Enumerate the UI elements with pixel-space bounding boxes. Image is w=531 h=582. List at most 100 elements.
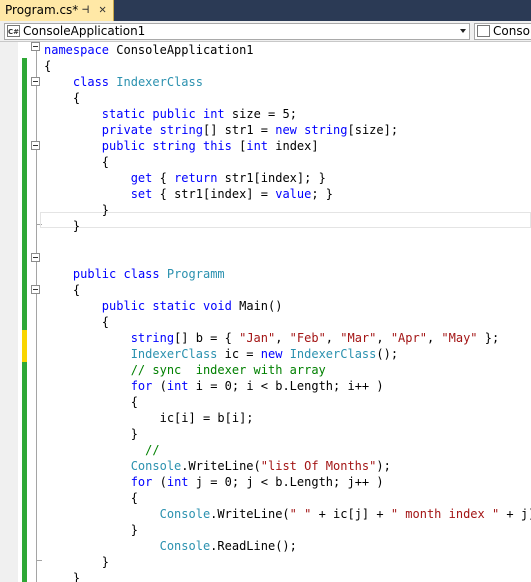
code-token: Main() bbox=[231, 299, 283, 313]
code-token: , bbox=[426, 331, 442, 345]
keyword-token: public bbox=[101, 299, 146, 313]
keyword-token: int bbox=[246, 139, 269, 153]
comment-token: // sync indexer with array bbox=[130, 363, 326, 377]
code-line[interactable]: } bbox=[44, 554, 531, 570]
code-line[interactable]: string[] b = { "Jan", "Feb", "Mar", "Apr… bbox=[44, 330, 531, 346]
code-token: ConsoleApplication1 bbox=[109, 43, 254, 57]
code-token: [] str1 = bbox=[202, 123, 276, 137]
code-line[interactable] bbox=[44, 250, 531, 266]
keyword-token: int bbox=[166, 475, 189, 489]
close-icon[interactable]: ✕ bbox=[99, 2, 106, 16]
keyword-token: namespace bbox=[44, 43, 110, 57]
keyword-token: string bbox=[159, 123, 203, 137]
code-line[interactable]: set { str1[index] = value; } bbox=[44, 186, 531, 202]
keyword-token: static bbox=[152, 299, 196, 313]
change-bar-unsaved bbox=[22, 330, 27, 362]
code-line[interactable]: } bbox=[44, 570, 531, 582]
code-line[interactable]: public string this [int index] bbox=[44, 138, 531, 154]
keyword-token: void bbox=[202, 299, 232, 313]
code-token: j = 0; j < b.Length; j++ ) bbox=[188, 475, 384, 489]
code-line[interactable]: { bbox=[44, 490, 531, 506]
collapse-class-icon[interactable] bbox=[31, 77, 40, 86]
code-line[interactable]: { bbox=[44, 394, 531, 410]
comment-token: // bbox=[145, 443, 160, 457]
keyword-token: for bbox=[130, 475, 153, 489]
type-token: Console bbox=[159, 539, 211, 553]
code-line[interactable]: // sync indexer with array bbox=[44, 362, 531, 378]
keyword-token: string bbox=[304, 123, 348, 137]
code-line[interactable] bbox=[44, 234, 531, 250]
code-line[interactable]: } bbox=[44, 426, 531, 442]
keyword-token: string bbox=[130, 331, 175, 345]
code-line[interactable]: } bbox=[44, 202, 531, 218]
code-line[interactable]: { bbox=[44, 314, 531, 330]
code-line[interactable]: ic[i] = b[i]; bbox=[44, 410, 531, 426]
code-line[interactable]: for (int i = 0; i < b.Length; i++ ) bbox=[44, 378, 531, 394]
code-line[interactable]: for (int j = 0; j < b.Length; j++ ) bbox=[44, 474, 531, 490]
collapse-indexer-icon[interactable] bbox=[31, 141, 40, 150]
type-token: Console bbox=[130, 459, 182, 473]
code-line[interactable]: { bbox=[44, 58, 531, 74]
code-line[interactable]: namespace ConsoleApplication1 bbox=[44, 42, 531, 58]
code-token: [ bbox=[231, 139, 247, 153]
code-line[interactable]: } bbox=[44, 522, 531, 538]
string-token: " " bbox=[289, 507, 312, 521]
tab-program-cs[interactable]: Program.cs* ⊣ ✕ bbox=[0, 0, 114, 21]
keyword-token: set bbox=[130, 187, 153, 201]
code-line[interactable]: public static void Main() bbox=[44, 298, 531, 314]
project-dropdown[interactable]: C# ConsoleApplication1 bbox=[4, 23, 470, 40]
code-line[interactable]: static public int size = 5; bbox=[44, 106, 531, 122]
keyword-token: return bbox=[174, 171, 218, 185]
code-token: ; } bbox=[311, 187, 334, 201]
code-token: { str1[index] = bbox=[152, 187, 276, 201]
csharp-icon: C# bbox=[7, 25, 20, 37]
code-line[interactable]: IndexerClass ic = new IndexerClass(); bbox=[44, 346, 531, 362]
code-token: [size]; bbox=[347, 123, 399, 137]
pin-icon[interactable]: ⊣ bbox=[82, 2, 89, 16]
string-token: "Feb" bbox=[289, 331, 326, 345]
code-line[interactable]: } bbox=[44, 218, 531, 234]
keyword-token: int bbox=[202, 107, 225, 121]
code-token: } bbox=[44, 203, 110, 217]
keyword-token: static bbox=[101, 107, 146, 121]
code-line[interactable]: get { return str1[index]; } bbox=[44, 170, 531, 186]
code-text[interactable]: namespace ConsoleApplication1{ class Ind… bbox=[44, 42, 531, 582]
keyword-token: this bbox=[202, 139, 232, 153]
keyword-token: int bbox=[166, 379, 189, 393]
code-token: i = 0; i < b.Length; i++ ) bbox=[188, 379, 384, 393]
code-editor[interactable]: namespace ConsoleApplication1{ class Ind… bbox=[0, 42, 531, 582]
code-token: } bbox=[44, 219, 81, 233]
code-token: { bbox=[44, 155, 110, 169]
collapse-namespace-icon[interactable] bbox=[31, 42, 40, 51]
code-token: } bbox=[44, 427, 138, 441]
collapse-class-icon[interactable] bbox=[31, 253, 40, 262]
code-token: } bbox=[44, 571, 81, 582]
collapse-method-icon[interactable] bbox=[31, 285, 40, 294]
type-token: IndexerClass bbox=[130, 347, 218, 361]
code-token: { bbox=[152, 171, 175, 185]
code-line[interactable]: Console.WriteLine("list Of Months"); bbox=[44, 458, 531, 474]
type-token: Programm bbox=[166, 267, 225, 281]
code-line[interactable]: // bbox=[44, 442, 531, 458]
code-line[interactable]: Console.ReadLine(); bbox=[44, 538, 531, 554]
code-line[interactable]: { bbox=[44, 90, 531, 106]
code-line[interactable]: { bbox=[44, 154, 531, 170]
code-line[interactable]: class IndexerClass bbox=[44, 74, 531, 90]
code-line[interactable]: Console.WriteLine(" " + ic[j] + " month … bbox=[44, 506, 531, 522]
code-line[interactable]: { bbox=[44, 282, 531, 298]
code-line[interactable]: private string[] str1 = new string[size]… bbox=[44, 122, 531, 138]
code-line[interactable]: public class Programm bbox=[44, 266, 531, 282]
code-token: , bbox=[325, 331, 341, 345]
type-dropdown[interactable]: Consol bbox=[474, 23, 531, 40]
keyword-token: string bbox=[152, 139, 196, 153]
string-token: "Apr" bbox=[390, 331, 427, 345]
